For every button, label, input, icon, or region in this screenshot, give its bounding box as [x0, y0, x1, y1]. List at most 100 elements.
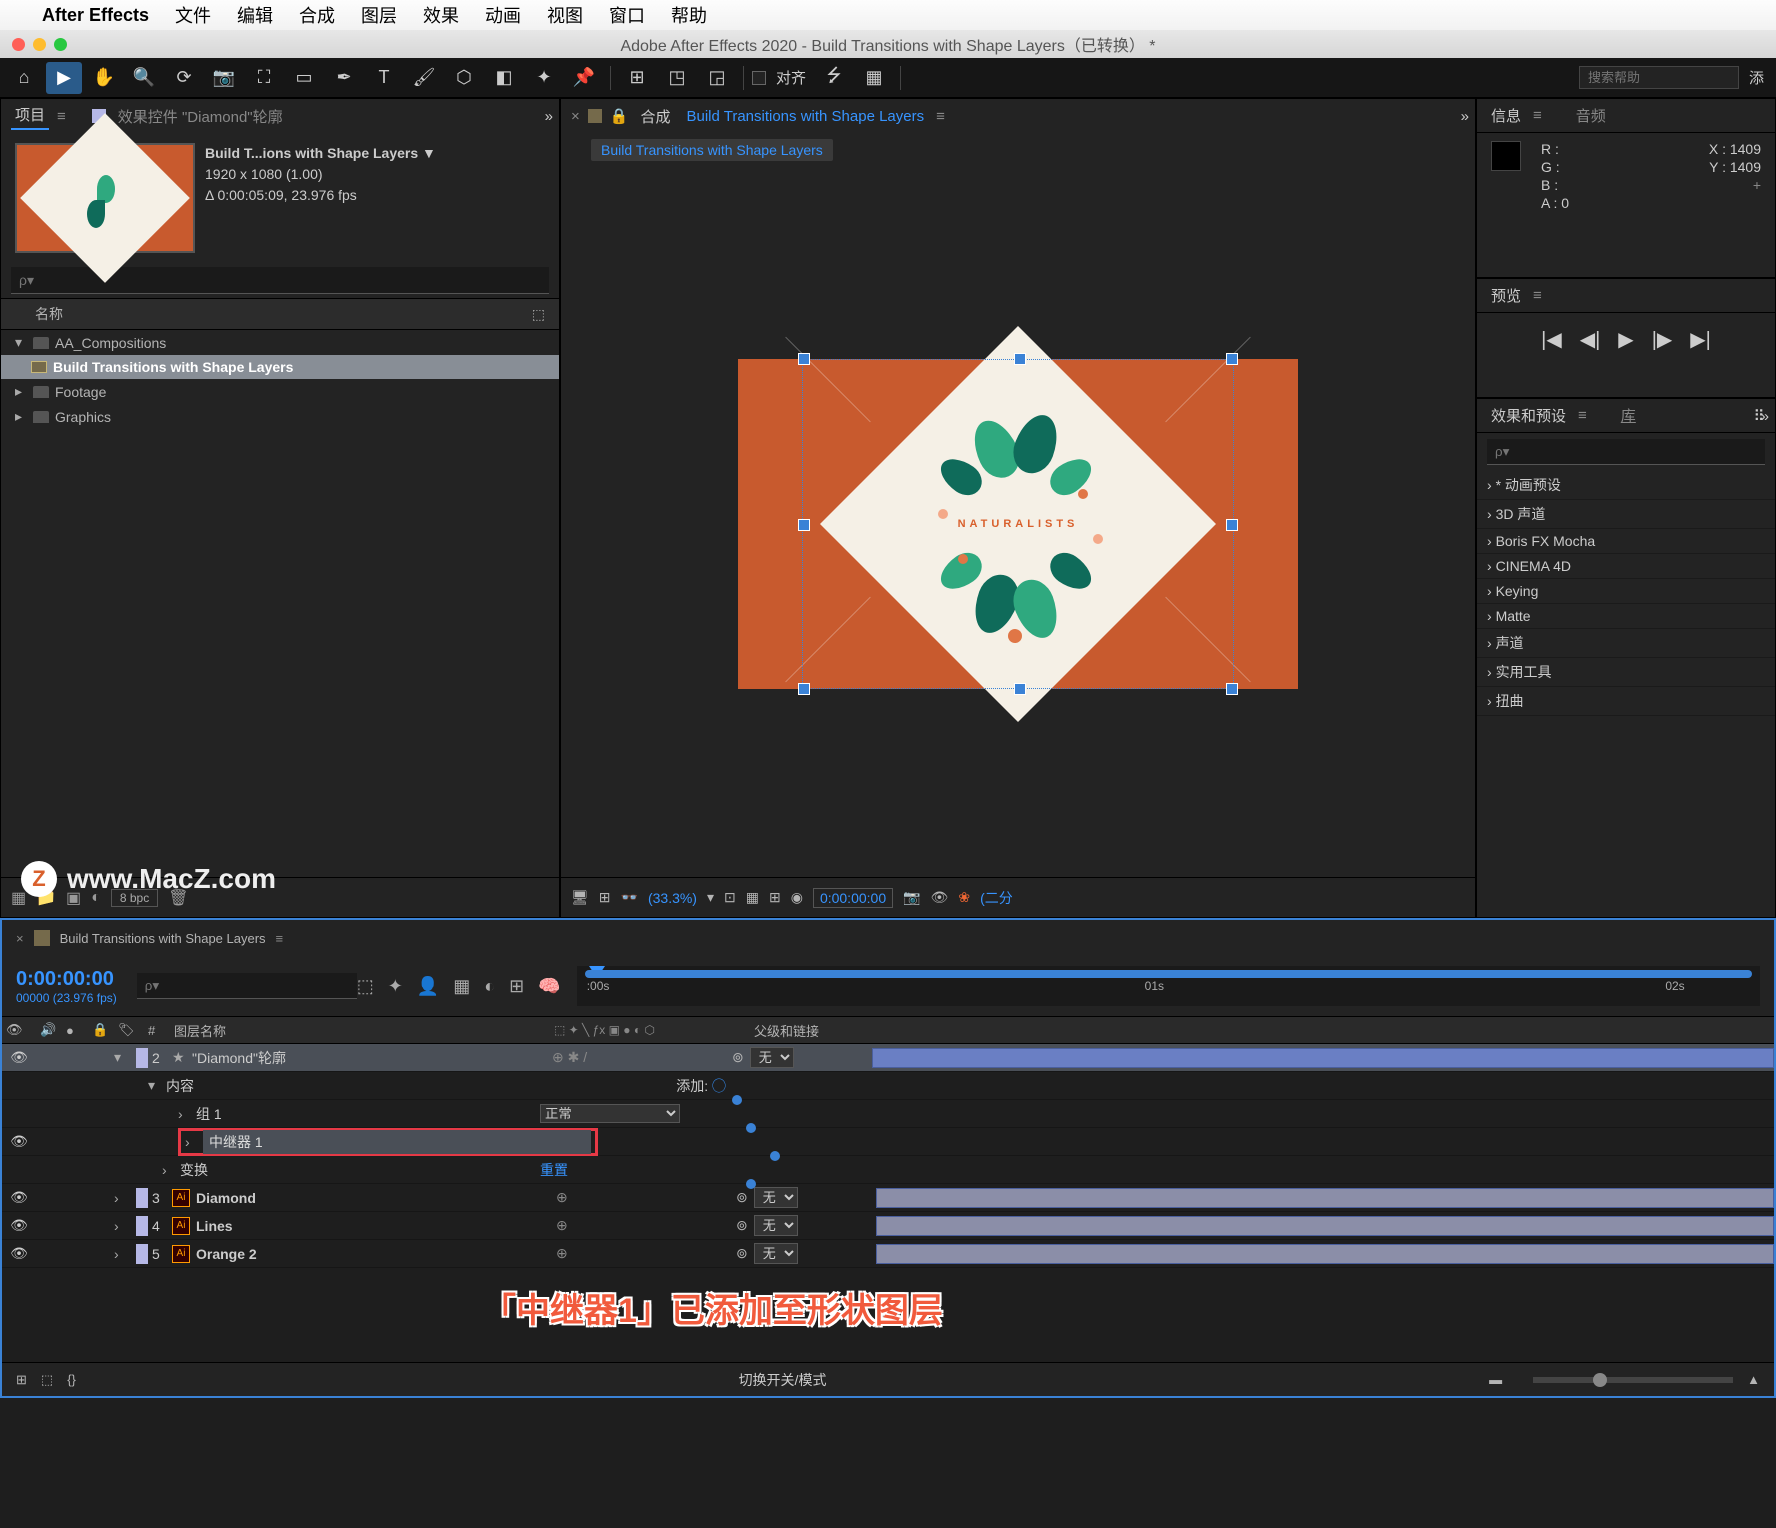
expand-icon[interactable]: {} [67, 1372, 76, 1387]
menu-edit[interactable]: 编辑 [237, 2, 273, 28]
roto-tool[interactable]: ✦ [526, 62, 562, 94]
project-tab[interactable]: 项目 [11, 102, 49, 130]
frame-blend-icon[interactable]: ▦ [453, 976, 470, 997]
visibility-toggle[interactable]: 👁 [2, 1217, 36, 1234]
close-tab-icon[interactable]: × [16, 931, 24, 946]
brush-tool[interactable]: 🖌 [406, 62, 442, 94]
effects-category[interactable]: › Boris FX Mocha [1477, 529, 1775, 554]
selection-handle[interactable] [798, 683, 810, 695]
timeline-timecode[interactable]: 0:00:00:00 [16, 968, 117, 991]
blend-mode-dropdown[interactable]: 正常 [540, 1104, 680, 1123]
guides-icon[interactable]: ⊞ [769, 889, 781, 906]
effects-search-input[interactable] [1487, 439, 1765, 465]
close-window-button[interactable] [12, 38, 25, 51]
layer-property-group1[interactable]: › 组 1 正常 [2, 1100, 1774, 1128]
graph-editor-icon[interactable]: ⊞ [509, 976, 524, 997]
first-frame-button[interactable]: |◀ [1541, 327, 1562, 352]
col-parent[interactable]: 父级和链接 [750, 1021, 930, 1040]
zoom-slider[interactable] [1533, 1377, 1733, 1383]
folder-aa-compositions[interactable]: ▾ AA_Compositions [1, 330, 559, 355]
effect-controls-tab[interactable]: 效果控件 "Diamond"轮廓 [114, 104, 287, 129]
rectangle-tool[interactable]: ▭ [286, 62, 322, 94]
pickwhip-icon[interactable]: ⊚ [736, 1189, 748, 1206]
composition-thumbnail[interactable] [15, 143, 195, 253]
keyframe-marker[interactable] [746, 1179, 756, 1189]
panel-menu-icon[interactable]: ≡ [1533, 107, 1542, 124]
layer-property-contents[interactable]: ▾ 内容 添加: ◯ [2, 1072, 1774, 1100]
view-axis-icon[interactable]: ◲ [699, 62, 735, 94]
shy-icon[interactable]: 👤 [417, 976, 439, 997]
info-tab[interactable]: 信息 [1487, 103, 1525, 128]
flowchart-breadcrumb[interactable]: Build Transitions with Shape Layers [591, 139, 833, 161]
composition-viewport[interactable]: NATURALISTS [561, 171, 1475, 877]
menu-view[interactable]: 视图 [547, 2, 583, 28]
menu-file[interactable]: 文件 [175, 2, 211, 28]
lock-icon[interactable]: 🔒 [610, 107, 629, 125]
brain-icon[interactable]: 🧠 [538, 976, 560, 997]
folder-graphics[interactable]: ▸ Graphics [1, 404, 559, 429]
comp-name[interactable]: Build T...ions with Shape Layers ▼ [205, 143, 545, 164]
effects-category[interactable]: › Matte [1477, 604, 1775, 629]
local-axis-icon[interactable]: ⊞ [619, 62, 655, 94]
expand-toggle[interactable]: › [114, 1246, 132, 1262]
parent-dropdown[interactable]: 无 [754, 1187, 798, 1208]
maximize-window-button[interactable] [54, 38, 67, 51]
snap-checkbox[interactable] [752, 71, 766, 85]
effects-category[interactable]: › * 动画预设 [1477, 471, 1775, 500]
zoom-tool[interactable]: 🔍 [126, 62, 162, 94]
selection-tool[interactable]: ▶ [46, 62, 82, 94]
proxy-icon[interactable]: ▦ [856, 62, 892, 94]
selection-handle[interactable] [798, 353, 810, 365]
menu-window[interactable]: 窗口 [609, 2, 645, 28]
expand-toggle[interactable]: › [185, 1134, 203, 1150]
label-color[interactable] [136, 1048, 148, 1068]
transparency-grid-icon[interactable]: ▦ [746, 889, 759, 906]
label-color[interactable] [136, 1216, 148, 1236]
close-comp-icon[interactable]: × [571, 108, 580, 125]
current-time[interactable]: 0:00:00:00 [813, 888, 893, 908]
world-axis-icon[interactable]: ◳ [659, 62, 695, 94]
menu-animation[interactable]: 动画 [485, 2, 521, 28]
label-color[interactable] [136, 1244, 148, 1264]
keyframe-marker[interactable] [746, 1123, 756, 1133]
quality-dropdown[interactable]: (二分 [980, 888, 1013, 908]
type-tool[interactable]: T [366, 62, 402, 94]
flowchart-icon[interactable]: ⬚ [532, 306, 545, 323]
expand-toggle[interactable]: ▾ [114, 1049, 132, 1066]
comp-item-build-transitions[interactable]: Build Transitions with Shape Layers [1, 355, 559, 379]
layer-row-diamond-outline[interactable]: 👁 ▾ 2 ★ "Diamond"轮廓 ⊕ ✱ / ⊚ 无 [2, 1044, 1774, 1072]
zoom-dropdown[interactable]: (33.3%) [648, 890, 697, 906]
panel-menu-icon[interactable]: ≡ [1533, 287, 1542, 304]
pan-behind-tool[interactable]: ⛶ [246, 62, 282, 94]
layer-property-transform[interactable]: › 变换 重置 [2, 1156, 1774, 1184]
visibility-toggle[interactable]: 👁 [2, 1049, 36, 1066]
snap-icon[interactable]: ⭍ [816, 62, 852, 94]
pickwhip-icon[interactable]: ⊚ [732, 1049, 744, 1066]
pickwhip-icon[interactable]: ⊚ [736, 1245, 748, 1262]
selection-handle[interactable] [1226, 353, 1238, 365]
selection-handle[interactable] [1226, 683, 1238, 695]
app-name[interactable]: After Effects [42, 5, 149, 26]
render-queue-icon[interactable]: ⬚ [41, 1372, 53, 1388]
timeline-comp-name[interactable]: Build Transitions with Shape Layers [60, 931, 266, 946]
comp-flowchart-icon[interactable]: ⬚ [357, 976, 374, 997]
selection-handle[interactable] [1226, 519, 1238, 531]
add-property-button[interactable]: ◯ [712, 1078, 726, 1094]
effects-category[interactable]: › 实用工具 [1477, 658, 1775, 687]
multicam-icon[interactable]: ⊞ [599, 889, 611, 906]
show-snapshot-icon[interactable]: 👁 [931, 889, 949, 906]
panel-menu-icon[interactable]: ≡ [57, 108, 66, 125]
help-search-input[interactable] [1579, 66, 1739, 89]
clone-tool[interactable]: ⬡ [446, 62, 482, 94]
effects-category[interactable]: › CINEMA 4D [1477, 554, 1775, 579]
hand-tool[interactable]: ✋ [86, 62, 122, 94]
keyframe-marker[interactable] [732, 1095, 742, 1105]
camera-tool[interactable]: 📷 [206, 62, 242, 94]
menu-layer[interactable]: 图层 [361, 2, 397, 28]
effects-category[interactable]: › 声道 [1477, 629, 1775, 658]
menu-effect[interactable]: 效果 [423, 2, 459, 28]
layer-bar[interactable] [876, 1244, 1774, 1264]
orbit-tool[interactable]: ⟳ [166, 62, 202, 94]
channels-icon[interactable]: ◉ [791, 889, 803, 906]
project-search-input[interactable] [11, 267, 549, 294]
